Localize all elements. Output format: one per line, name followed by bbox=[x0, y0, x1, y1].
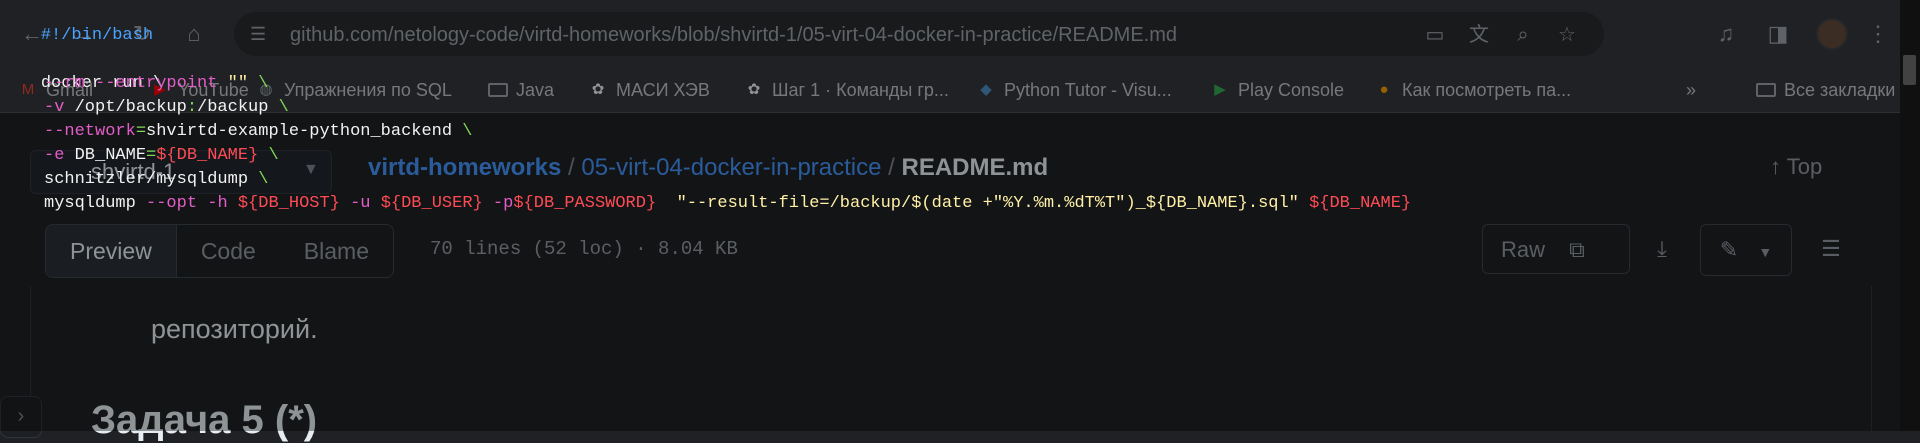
zoom-icon[interactable]: ⌕ bbox=[1510, 22, 1536, 48]
sidebar-expand-icon[interactable]: › bbox=[0, 396, 42, 438]
code-line: schnitzler/mysqldump \ bbox=[44, 168, 268, 192]
chatgpt-icon: ✿ bbox=[747, 81, 761, 98]
bookmark-step1[interactable]: ✿ Шаг 1 · Команды гр... bbox=[744, 78, 949, 102]
code-line: mysqldump --opt -h ${DB_HOST} -u ${DB_US… bbox=[44, 192, 1411, 216]
profile-avatar[interactable] bbox=[1816, 18, 1848, 50]
cookie-icon: ● bbox=[1379, 81, 1389, 98]
tab-preview[interactable]: Preview bbox=[46, 225, 177, 277]
section-heading: Задача 5 (*) bbox=[91, 398, 318, 442]
tab-code[interactable]: Code bbox=[177, 225, 280, 277]
breadcrumb-separator: / bbox=[888, 154, 895, 181]
code-token: --rm --entrypoint bbox=[44, 74, 218, 93]
code-token: ${DB_HOST} bbox=[237, 194, 340, 213]
code-line: --network=shvirtd-example-python_backend… bbox=[44, 120, 473, 144]
translate-icon[interactable]: 文 bbox=[1466, 22, 1492, 48]
breadcrumb-separator: / bbox=[568, 154, 575, 181]
code-token: ${DB_NAME} bbox=[1309, 194, 1412, 213]
code-token: mysqldump bbox=[44, 194, 147, 213]
readme-content: репозиторий. Задача 5 (*) bbox=[30, 286, 1872, 442]
pencil-icon: ✎ bbox=[1719, 237, 1739, 262]
outline-list-icon[interactable]: ☰ bbox=[1806, 224, 1856, 274]
download-icon[interactable]: ⤓ bbox=[1640, 224, 1684, 274]
code-token: /opt/backup bbox=[64, 98, 187, 117]
edit-button[interactable]: ✎ ▼ bbox=[1700, 224, 1792, 276]
code-line: #!/bin/bash bbox=[0, 0, 153, 45]
code-line: --rm --entrypoint "" \ bbox=[44, 72, 268, 96]
view-mode-tabs: Preview Code Blame bbox=[45, 224, 394, 278]
copy-icon[interactable]: ⧉ bbox=[1569, 237, 1585, 262]
code-token: \ bbox=[248, 170, 269, 189]
media-controls-icon[interactable]: ♫ bbox=[1712, 20, 1740, 48]
python-icon: ◆ bbox=[980, 81, 992, 98]
code-line: -v /opt/backup:/backup \ bbox=[44, 96, 289, 120]
site-info-icon[interactable]: ☰ bbox=[250, 23, 272, 45]
file-toolbar: Preview Code Blame 70 lines (52 loc) · 8… bbox=[30, 222, 1870, 286]
code-token: #!/bin/bash bbox=[40, 26, 154, 45]
file-meta: 70 lines (52 loc) · 8.04 KB bbox=[430, 238, 738, 260]
code-line: -e DB_NAME=${DB_NAME} \ bbox=[44, 144, 279, 168]
chevron-down-icon: ▼ bbox=[303, 161, 319, 178]
code-token: \ bbox=[268, 98, 289, 117]
code-token: : bbox=[186, 98, 198, 117]
code-token: ${DB_PASSWORD} bbox=[513, 194, 657, 213]
code-token: --network bbox=[44, 122, 136, 141]
address-bar[interactable]: ☰ github.com/netology-code/virtd-homewor… bbox=[234, 12, 1604, 56]
code-line: docker run \ bbox=[0, 48, 163, 93]
bookmark-star-icon[interactable]: ☆ bbox=[1554, 22, 1580, 48]
chevron-down-icon: ▼ bbox=[1758, 244, 1773, 260]
breadcrumb-repo[interactable]: virtd-homeworks bbox=[368, 154, 561, 181]
code-token: "" bbox=[217, 74, 249, 93]
code-token: schnitzler/mysqldump bbox=[44, 170, 249, 189]
bookmark-how-to-view[interactable]: ● Как посмотреть па... bbox=[1374, 78, 1571, 102]
bookmark-python-tutor[interactable]: ◆ Python Tutor - Visu... bbox=[976, 78, 1172, 102]
code-token: "--result-file=/backup/$(date +"%Y.%m.%d… bbox=[656, 194, 1310, 213]
bookmark-masi[interactable]: ✿ МАСИ ХЭВ bbox=[588, 78, 710, 102]
code-token: \ bbox=[452, 122, 473, 141]
code-token: ${DB_USER} bbox=[380, 194, 483, 213]
browser-toolbar: ← → ↻ ⌂ ☰ github.com/netology-code/virtd… bbox=[0, 0, 1900, 68]
chatgpt-icon: ✿ bbox=[591, 81, 605, 98]
breadcrumb: virtd-homeworks / 05-virt-04-docker-in-p… bbox=[368, 154, 1048, 182]
code-token: shvirtd-example-python_backend bbox=[146, 122, 453, 141]
folder-icon bbox=[488, 83, 508, 97]
home-icon[interactable]: ⌂ bbox=[180, 20, 208, 48]
breadcrumb-folder[interactable]: 05-virt-04-docker-in-practice bbox=[581, 154, 881, 181]
url-text[interactable]: github.com/netology-code/virtd-homeworks… bbox=[290, 24, 1177, 47]
code-token: = bbox=[135, 122, 147, 141]
code-token: -v bbox=[44, 98, 65, 117]
code-token: /backup bbox=[197, 98, 269, 117]
browser-menu-icon[interactable]: ⋮ bbox=[1866, 20, 1890, 48]
code-token: -e bbox=[44, 146, 65, 165]
bookmark-play-console[interactable]: ▶ Play Console bbox=[1210, 78, 1344, 102]
top-link[interactable]: ↑ Top bbox=[1770, 154, 1822, 180]
tab-blame[interactable]: Blame bbox=[280, 225, 393, 277]
code-token: --opt -h bbox=[146, 194, 238, 213]
code-token: = bbox=[146, 146, 157, 165]
all-bookmarks-folder[interactable]: Все закладки bbox=[1756, 78, 1895, 102]
paragraph-text: репозиторий. bbox=[151, 314, 318, 344]
code-token: ${DB_NAME} bbox=[156, 146, 259, 165]
code-token: \ bbox=[248, 74, 269, 93]
scrollbar-thumb[interactable] bbox=[1903, 55, 1916, 85]
breadcrumb-file: README.md bbox=[901, 154, 1049, 181]
folder-icon bbox=[1756, 83, 1776, 97]
code-token: -p bbox=[482, 194, 514, 213]
side-panel-icon[interactable]: ◨ bbox=[1764, 20, 1792, 48]
file-header: shvirtd-1 ▼ virtd-homeworks / 05-virt-04… bbox=[30, 140, 1870, 200]
raw-copy-download-group: Raw ⧉ bbox=[1482, 224, 1630, 274]
code-token: -u bbox=[339, 194, 381, 213]
install-app-icon[interactable]: ▭ bbox=[1422, 22, 1448, 48]
bookmarks-overflow-button[interactable]: » bbox=[1686, 78, 1696, 102]
raw-button[interactable]: Raw bbox=[1501, 237, 1545, 262]
code-token: DB_NAME bbox=[64, 146, 147, 165]
bookmark-folder-java[interactable]: Java bbox=[488, 78, 554, 102]
play-console-icon: ▶ bbox=[1214, 81, 1226, 98]
code-token: \ bbox=[258, 146, 279, 165]
